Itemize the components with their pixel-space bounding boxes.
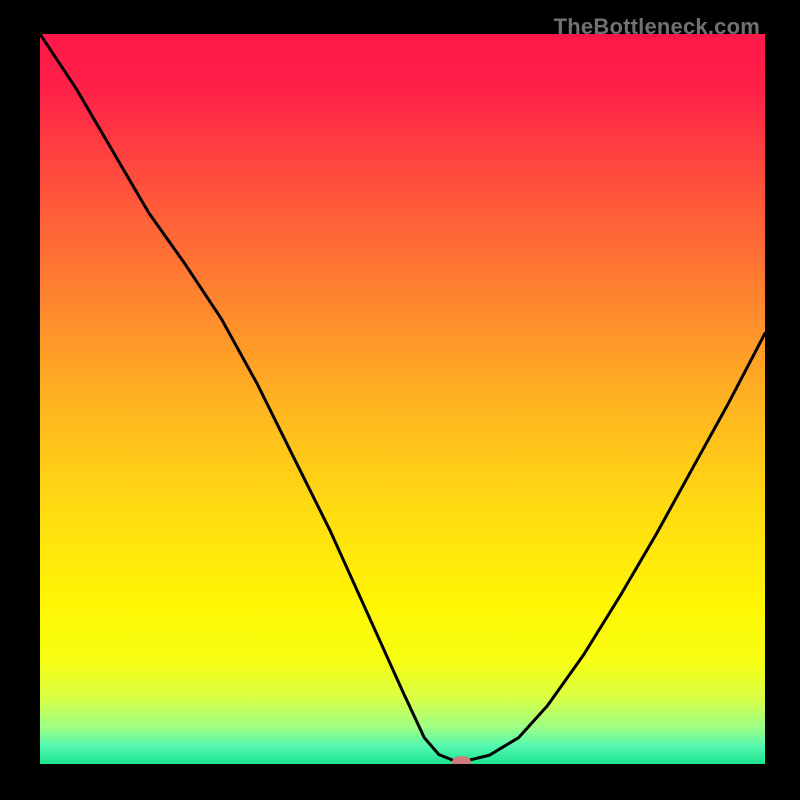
bottleneck-curve (40, 34, 765, 764)
chart-frame: TheBottleneck.com (7, 7, 793, 793)
plot-area (40, 34, 765, 764)
